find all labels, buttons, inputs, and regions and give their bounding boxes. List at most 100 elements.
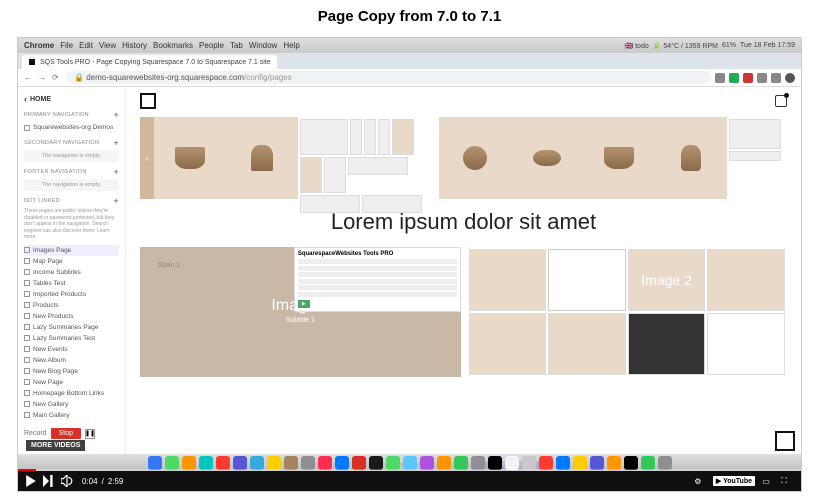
panel-thumb[interactable] xyxy=(364,119,376,155)
volume-icon[interactable] xyxy=(60,474,74,488)
mac-menu-help[interactable]: Help xyxy=(283,41,299,50)
dock-app-icon[interactable] xyxy=(658,456,672,470)
dock-app-icon[interactable] xyxy=(318,456,332,470)
dock-app-icon[interactable] xyxy=(471,456,485,470)
panel-thumb[interactable] xyxy=(300,157,322,193)
dock-app-icon[interactable] xyxy=(624,456,638,470)
dock-app-icon[interactable] xyxy=(641,456,655,470)
sidebar-item-new-events[interactable]: New Events xyxy=(24,344,119,355)
sidebar-item-map-page[interactable]: Map Page xyxy=(24,256,119,267)
sidebar-item-new-page[interactable]: New Page xyxy=(24,377,119,388)
sidebar-back-home[interactable]: HOME xyxy=(24,94,119,104)
panel-thumb[interactable] xyxy=(324,157,346,193)
sidebar-item-images-page[interactable]: Images Page xyxy=(24,245,119,256)
address-bar[interactable]: 🔒 demo-squarewebsites-org.squarespace.co… xyxy=(66,71,711,84)
extension-icon-5[interactable] xyxy=(771,73,781,83)
mac-menu-tab[interactable]: Tab xyxy=(230,41,243,50)
settings-icon[interactable]: ⚙ xyxy=(691,474,705,488)
product-thumb-1[interactable] xyxy=(154,117,226,199)
cart-icon[interactable] xyxy=(775,95,787,107)
product-thumb-6[interactable] xyxy=(655,117,727,199)
dock-app-icon[interactable] xyxy=(420,456,434,470)
dock-app-icon[interactable] xyxy=(148,456,162,470)
gallery-prev-icon[interactable]: ‹ xyxy=(140,117,154,199)
mac-menu-edit[interactable]: Edit xyxy=(79,41,93,50)
dock-app-icon[interactable] xyxy=(199,456,213,470)
dock-app-icon[interactable] xyxy=(573,456,587,470)
sidebar-item-main-gallery[interactable]: Main Gallery xyxy=(24,410,119,421)
dock-app-icon[interactable] xyxy=(165,456,179,470)
stop-button[interactable]: Stop xyxy=(51,428,81,439)
dock-app-icon[interactable] xyxy=(216,456,230,470)
pause-button[interactable]: ❚❚ xyxy=(85,429,95,439)
extension-icon-2[interactable] xyxy=(729,73,739,83)
dock-app-icon[interactable] xyxy=(233,456,247,470)
add-footer-icon[interactable]: + xyxy=(113,167,119,177)
dock-app-icon[interactable] xyxy=(505,456,519,470)
panel-thumb[interactable] xyxy=(350,119,362,155)
dock-app-icon[interactable] xyxy=(352,456,366,470)
dock-app-icon[interactable] xyxy=(590,456,604,470)
sidebar-item-demos[interactable]: Squarewebsites-org Demos xyxy=(24,122,119,133)
panel-thumb[interactable] xyxy=(729,151,781,161)
back-icon[interactable]: ← xyxy=(24,73,34,83)
product-thumb-2[interactable] xyxy=(226,117,298,199)
extension-icon-4[interactable] xyxy=(757,73,767,83)
product-thumb-4[interactable] xyxy=(511,117,583,199)
sidebar-item-income-sublinks[interactable]: Income Sublinks xyxy=(24,267,119,278)
panel-thumb[interactable] xyxy=(348,157,408,175)
mac-menu-history[interactable]: History xyxy=(122,41,147,50)
play-button[interactable] xyxy=(24,474,38,488)
dock-app-icon[interactable] xyxy=(437,456,451,470)
add-unlinked-icon[interactable]: + xyxy=(113,196,119,206)
dock-app-icon[interactable] xyxy=(182,456,196,470)
extension-icon-3[interactable] xyxy=(743,73,753,83)
dock-app-icon[interactable] xyxy=(522,456,536,470)
mac-menu-window[interactable]: Window xyxy=(249,41,277,50)
reload-icon[interactable]: ⟳ xyxy=(52,73,62,83)
dock-app-icon[interactable] xyxy=(284,456,298,470)
extension-icon[interactable] xyxy=(715,73,725,83)
browser-tab[interactable]: SQS Tools PRO - Page Copying Squarespace… xyxy=(22,55,277,69)
sidebar-item-homepage-bottom-links[interactable]: Homepage Bottom Links xyxy=(24,388,119,399)
sidebar-item-lazy-summaries-page[interactable]: Lazy Summaries Page xyxy=(24,322,119,333)
panel-image-2[interactable]: Image 2 xyxy=(467,247,788,377)
sidebar-item-imported-products[interactable]: Imported Products xyxy=(24,289,119,300)
panel-thumb[interactable] xyxy=(378,119,390,155)
panel-thumb[interactable] xyxy=(392,119,414,155)
dock-app-icon[interactable] xyxy=(403,456,417,470)
dock-app-icon[interactable] xyxy=(335,456,349,470)
more-videos-badge[interactable]: MORE VIDEOS xyxy=(26,440,85,451)
panel-thumb[interactable] xyxy=(300,119,348,155)
sidebar-item-new-products[interactable]: New Products xyxy=(24,311,119,322)
next-button[interactable] xyxy=(42,474,56,488)
sidebar-item-lazy-summaries-test[interactable]: Lazy Summaries Test xyxy=(24,333,119,344)
sidebar-item-tables-test[interactable]: Tables Test xyxy=(24,278,119,289)
panel-thumb[interactable] xyxy=(729,119,781,149)
dock-app-icon[interactable] xyxy=(301,456,315,470)
dock-app-icon[interactable] xyxy=(454,456,468,470)
sidebar-item-new-gallery[interactable]: New Gallery xyxy=(24,399,119,410)
dock-app-icon[interactable] xyxy=(267,456,281,470)
sidebar-item-products[interactable]: Products xyxy=(24,300,119,311)
dock-app-icon[interactable] xyxy=(369,456,383,470)
dock-app-icon[interactable] xyxy=(539,456,553,470)
dock-app-icon[interactable] xyxy=(250,456,264,470)
youtube-logo[interactable]: ▶ YouTube xyxy=(713,476,755,486)
tools-overlay[interactable]: SquarespaceWebsites Tools PRO ▶ xyxy=(294,247,461,312)
mac-menu-file[interactable]: File xyxy=(60,41,73,50)
add-primary-icon[interactable]: + xyxy=(113,110,119,120)
dock-app-icon[interactable] xyxy=(386,456,400,470)
mac-menu-bookmarks[interactable]: Bookmarks xyxy=(153,41,193,50)
dock-app-icon[interactable] xyxy=(488,456,502,470)
theater-icon[interactable]: ▭ xyxy=(759,474,773,488)
sidebar-item-new-blog-page[interactable]: New Blog Page xyxy=(24,366,119,377)
dock-app-icon[interactable] xyxy=(607,456,621,470)
fullscreen-icon[interactable]: ⛶ xyxy=(777,474,791,488)
product-thumb-5[interactable] xyxy=(583,117,655,199)
add-secondary-icon[interactable]: + xyxy=(113,138,119,148)
profile-avatar[interactable] xyxy=(785,73,795,83)
mac-menu-people[interactable]: People xyxy=(199,41,224,50)
forward-icon[interactable]: → xyxy=(38,73,48,83)
site-logo[interactable] xyxy=(140,93,156,109)
